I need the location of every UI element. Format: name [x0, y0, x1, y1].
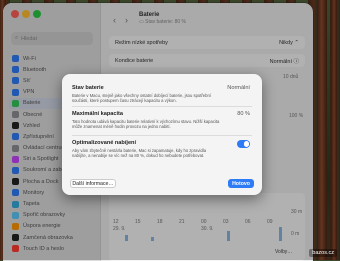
battery-state-section: Stav baterie Baterie v Macu, stejně jako… — [72, 85, 252, 103]
divider — [72, 106, 252, 107]
watermark: bazos.cz — [309, 249, 337, 257]
battery-state-value: Normální — [227, 85, 250, 91]
max-capacity-section: Maximální kapacita Tato hodnota udává ka… — [72, 111, 252, 129]
max-capacity-value: 80 % — [237, 111, 250, 117]
optimized-charging-title: Optimalizované nabíjení — [72, 140, 137, 146]
optimized-charging-section: Optimalizované nabíjení Aby vám zbytečně… — [72, 140, 252, 158]
battery-health-dialog: Stav baterie Baterie v Macu, stejně jako… — [62, 74, 262, 195]
max-capacity-text: Tato hodnota udává kapacitu baterie rela… — [72, 119, 220, 130]
more-info-button[interactable]: Další informace… — [70, 179, 116, 188]
toggle-knob — [243, 141, 249, 147]
optimized-charging-toggle[interactable] — [237, 140, 250, 148]
optimized-charging-text: Aby vám zbytečně nestárla baterie, Mac s… — [72, 148, 207, 159]
battery-state-text: Baterie v Macu, stejně jako všechny osta… — [72, 93, 211, 104]
battery-state-title: Stav baterie — [72, 85, 104, 91]
divider — [72, 135, 252, 136]
done-button[interactable]: Hotovo — [228, 179, 254, 188]
max-capacity-title: Maximální kapacita — [72, 111, 123, 117]
